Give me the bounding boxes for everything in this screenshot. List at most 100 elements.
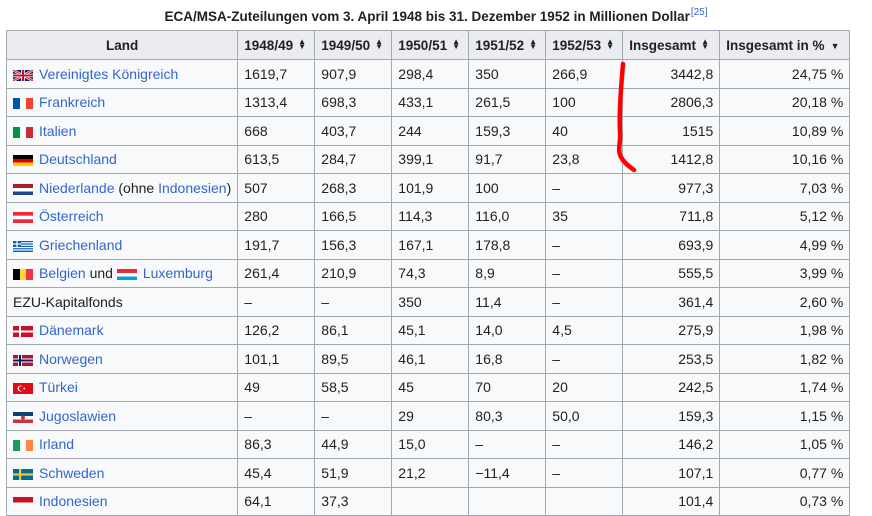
country-link[interactable]: Österreich — [39, 208, 104, 224]
table-row: Österreich 280 166,5 114,3 116,0 35 711,8 5,12 … — [5, 201, 851, 231]
country-cell: Deutschland — [5, 144, 239, 174]
sort-icon[interactable]: ▲ ▼ — [701, 37, 709, 50]
sort-icon[interactable]: ▲ ▼ — [452, 37, 460, 50]
value-cell: 80,3 — [468, 401, 547, 431]
country-note-link[interactable]: Indonesien — [158, 180, 227, 196]
value-cell: 907,9 — [314, 59, 393, 89]
value-cell: 21,2 — [391, 458, 470, 488]
value-cell: – — [237, 401, 316, 431]
value-cell: 24,75 % — [719, 59, 851, 89]
country-link[interactable]: Türkei — [39, 379, 78, 395]
value-cell: 4,99 % — [719, 230, 851, 260]
denmark-flag-icon — [13, 324, 35, 338]
value-cell: 0,73 % — [719, 486, 851, 516]
conjunction-text: und — [85, 265, 117, 282]
value-cell: 101,9 — [391, 173, 470, 203]
value-cell: 1313,4 — [237, 87, 316, 117]
value-cell — [391, 486, 470, 516]
country-link[interactable]: Irland — [39, 436, 74, 452]
column-header-5[interactable]: 1952/53 ▲ ▼ — [545, 30, 624, 60]
value-cell: 89,5 — [314, 344, 393, 374]
country-link[interactable]: Deutschland — [39, 151, 117, 167]
table-caption: ECA/MSA-Zuteilungen vom 3. April 1948 bi… — [0, 7, 872, 24]
country-link[interactable]: Niederlande — [39, 180, 115, 196]
column-header-2[interactable]: 1949/50 ▲ ▼ — [314, 30, 393, 60]
table-row: Griechenland 191,7 156,3 167,1 178,8–693,9 4,… — [5, 230, 851, 260]
country-link[interactable]: Jugoslawien — [39, 408, 116, 424]
value-cell: 350 — [391, 287, 470, 317]
value-cell: 20,18 % — [719, 87, 851, 117]
table-row: Türkei 49 58,5 45 70 20 242,5 1,74 % — [5, 372, 851, 402]
country-cell: Frankreich — [5, 87, 239, 117]
value-cell: 284,7 — [314, 144, 393, 174]
column-header-4[interactable]: 1951/52 ▲ ▼ — [468, 30, 547, 60]
reference-link[interactable]: [25] — [691, 7, 708, 18]
value-cell: 191,7 — [237, 230, 316, 260]
country-cell: Belgien und Luxemburg — [5, 258, 239, 288]
country-link[interactable]: Luxemburg — [143, 265, 213, 281]
value-cell: 7,03 % — [719, 173, 851, 203]
sort-icon[interactable]: ▲ ▼ — [529, 37, 537, 50]
value-cell: 16,8 — [468, 344, 547, 374]
value-cell: 74,3 — [391, 258, 470, 288]
value-cell: – — [237, 287, 316, 317]
sort-icon[interactable]: ▲ ▼ — [606, 37, 614, 50]
column-header-6[interactable]: Insgesamt ▲ ▼ — [622, 30, 721, 60]
column-header-label: 1948/49 — [244, 37, 294, 53]
country-link[interactable]: Griechenland — [39, 237, 122, 253]
table-row: Belgien und Luxemburg 261,4 210,9 74,3 8,9–5… — [5, 258, 851, 288]
value-cell: – — [545, 173, 624, 203]
country-cell: EZU-Kapitalfonds — [5, 287, 239, 317]
value-cell: 261,4 — [237, 258, 316, 288]
value-cell: 1619,7 — [237, 59, 316, 89]
value-cell: 693,9 — [622, 230, 721, 260]
value-cell: 1412,8 — [622, 144, 721, 174]
table-row: Italien 668 403,7 244 159,3 40 1515 10,89 % — [5, 116, 851, 146]
country-link[interactable]: Vereinigtes Königreich — [39, 66, 178, 82]
country-link[interactable]: Italien — [39, 123, 76, 139]
sort-icon[interactable]: ▲ ▼ — [298, 37, 306, 50]
value-cell: – — [545, 344, 624, 374]
value-cell: 23,8 — [545, 144, 624, 174]
sort-icon[interactable]: ▲ ▼ — [375, 37, 383, 50]
value-cell: 70 — [468, 372, 547, 402]
value-cell: 266,9 — [545, 59, 624, 89]
table-row: Frankreich 1313,4 698,3 433,1 261,5 100 2806,3… — [5, 87, 851, 117]
value-cell: 350 — [468, 59, 547, 89]
value-cell: 4,5 — [545, 315, 624, 345]
uk-flag-icon — [12, 68, 35, 82]
country-cell: Österreich — [5, 201, 239, 231]
column-header-0[interactable]: Land — [5, 30, 239, 60]
table-row: EZU-Kapitalfonds – –350 11,4–361,4 2,60 % — [5, 287, 851, 317]
value-cell: 116,0 — [468, 201, 547, 231]
country-link[interactable]: Indonesien — [39, 493, 108, 509]
country-link[interactable]: Belgien — [39, 265, 86, 281]
value-cell: 107,1 — [622, 458, 721, 488]
table-row: Jugoslawien – –29 80,3 50,0 159,3 1,15 % — [5, 401, 851, 431]
country-link[interactable]: Norwegen — [39, 351, 103, 367]
column-header-7[interactable]: Insgesamt in % ▼ — [719, 30, 851, 60]
value-cell: – — [314, 287, 393, 317]
column-header-3[interactable]: 1950/51 ▲ ▼ — [391, 30, 470, 60]
value-cell: 45,4 — [237, 458, 316, 488]
value-cell: 114,3 — [391, 201, 470, 231]
country-cell: Niederlande (ohne Indonesien) — [5, 173, 239, 203]
value-cell: 37,3 — [314, 486, 393, 516]
country-cell: Vereinigtes Königreich — [5, 59, 239, 89]
country-link[interactable]: Schweden — [39, 465, 104, 481]
france-flag-icon — [13, 96, 35, 110]
country-link[interactable]: Frankreich — [39, 94, 105, 110]
value-cell: 275,9 — [622, 315, 721, 345]
value-cell: 159,3 — [468, 116, 547, 146]
country-link[interactable]: Dänemark — [39, 322, 104, 338]
value-cell: 49 — [237, 372, 316, 402]
column-header-1[interactable]: 1948/49 ▲ ▼ — [237, 30, 316, 60]
yugoslavia-flag-icon — [13, 410, 35, 423]
sort-descending-icon[interactable]: ▼ — [831, 41, 840, 50]
column-header-label: Land — [106, 37, 139, 53]
value-cell: 44,9 — [314, 429, 393, 459]
sweden-flag-icon — [13, 467, 35, 480]
column-header-label: 1952/53 — [552, 37, 602, 53]
value-cell: 555,5 — [622, 258, 721, 288]
value-cell: – — [545, 287, 624, 317]
